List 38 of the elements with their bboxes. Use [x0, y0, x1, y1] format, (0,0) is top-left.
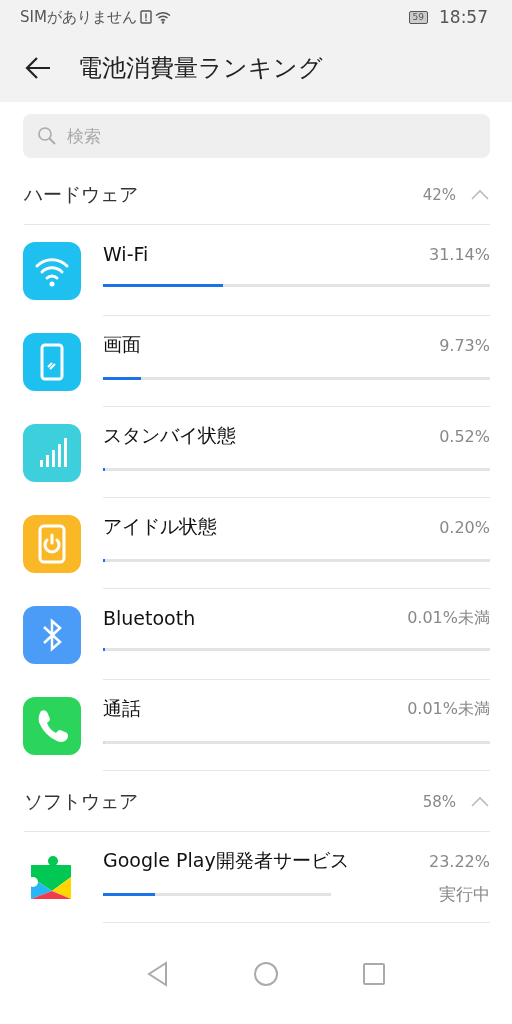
usage-row[interactable]: Wi-Fi 31.14%	[0, 225, 512, 316]
usage-row[interactable]: Google Play開発者サービス 23.22% 実行中	[0, 832, 512, 923]
search-icon	[37, 126, 57, 146]
wifi-icon	[154, 10, 171, 24]
usage-percent: 0.01%未満	[407, 698, 490, 720]
item-name: アイドル状態	[103, 514, 218, 539]
section-title: ハードウェア	[24, 182, 139, 207]
chevron-icon[interactable]	[470, 189, 490, 201]
clock-text: 18:57	[439, 7, 488, 27]
usage-row[interactable]: 通話 0.01%未満	[0, 680, 512, 771]
battery-indicator: 59	[408, 10, 428, 24]
usage-percent: 23.22%	[429, 851, 490, 871]
page-title: 電池消費量ランキング	[78, 53, 323, 84]
usage-row[interactable]: スタンバイ状態 0.52%	[0, 407, 512, 498]
chevron-icon[interactable]	[470, 796, 490, 808]
section-percent: 58%	[422, 793, 456, 811]
section-percent: 42%	[422, 186, 456, 204]
alert-icon	[139, 10, 152, 24]
recents-nav-icon[interactable]	[361, 961, 386, 986]
item-name: スタンバイ状態	[103, 423, 237, 448]
usage-percent: 31.14%	[429, 244, 490, 264]
usage-row[interactable]: アイドル状態 0.20%	[0, 498, 512, 589]
search-field[interactable]: 検索	[23, 114, 490, 158]
item-name: Google Play開発者サービス	[103, 848, 350, 873]
home-nav-icon[interactable]	[253, 960, 279, 987]
usage-row[interactable]: 画面 9.73%	[0, 316, 512, 407]
item-name: Bluetooth	[103, 607, 197, 629]
usage-row[interactable]: Bluetooth 0.01%未満	[0, 589, 512, 680]
usage-percent: 0.01%未満	[407, 607, 490, 629]
carrier-text: SIMがありません	[20, 7, 137, 27]
item-name: 画面	[103, 332, 142, 357]
usage-percent: 0.20%	[439, 517, 490, 537]
usage-percent: 0.52%	[439, 426, 490, 446]
item-name: 通話	[103, 696, 142, 721]
usage-percent: 9.73%	[439, 335, 490, 355]
section-title: ソフトウェア	[24, 789, 139, 814]
status-text: 実行中	[439, 882, 490, 906]
item-name: Wi-Fi	[103, 243, 150, 265]
